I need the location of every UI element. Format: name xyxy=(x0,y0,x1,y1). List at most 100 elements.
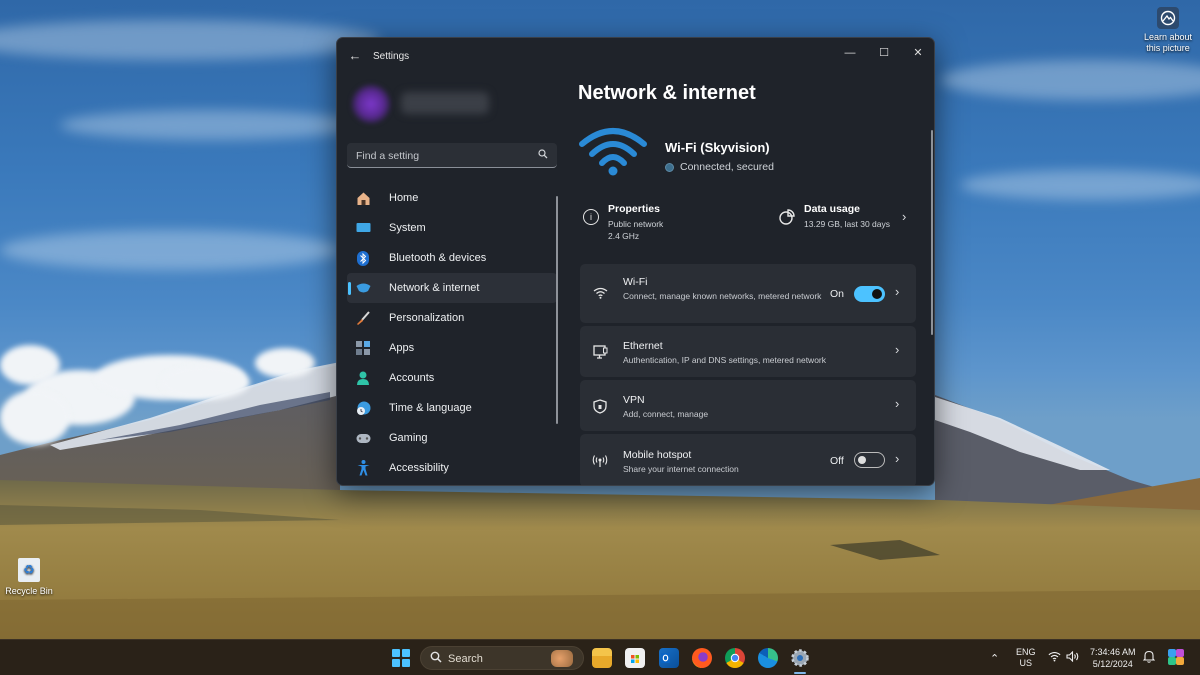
recycle-bin-label: Recycle Bin xyxy=(5,586,53,596)
sidebar-item-network[interactable]: Network & internet xyxy=(347,273,557,303)
back-arrow-icon[interactable]: ← xyxy=(347,48,363,64)
sidebar-scrollbar[interactable] xyxy=(556,196,558,424)
recycle-bin-icon: ♻ xyxy=(18,558,40,582)
recycle-bin-icon-button[interactable]: ♻ Recycle Bin xyxy=(2,558,56,596)
sidebar-item-label: Bluetooth & devices xyxy=(389,252,487,264)
ethernet-card[interactable]: Ethernet Authentication, IP and DNS sett… xyxy=(580,326,916,377)
properties-title: Properties xyxy=(608,203,660,215)
clock-date: 5/12/2024 xyxy=(1092,659,1133,669)
sidebar-item-accessibility[interactable]: Accessibility xyxy=(347,453,557,483)
search-highlight-image xyxy=(551,650,573,667)
sidebar-item-label: Home xyxy=(389,192,419,204)
settings-app-icon[interactable] xyxy=(790,648,810,674)
sidebar-item-label: System xyxy=(389,222,426,234)
find-setting-input[interactable]: Find a setting xyxy=(347,143,557,168)
ethernet-icon xyxy=(592,344,608,360)
vpn-card[interactable]: VPN Add, connect, manage › xyxy=(580,380,916,431)
edge-icon[interactable] xyxy=(758,648,778,668)
chrome-icon[interactable] xyxy=(725,648,745,668)
connection-status: Connected, secured xyxy=(665,161,774,173)
learn-about-picture-button[interactable]: Learn about this picture xyxy=(1140,7,1196,54)
minimize-button[interactable]: — xyxy=(833,42,867,64)
maximize-button[interactable]: ☐ xyxy=(867,42,901,64)
sidebar-nav: Home System Bluetooth & devices Network … xyxy=(347,183,557,483)
globe-status-icon xyxy=(665,162,674,172)
card-subtitle: Share your internet connection xyxy=(623,464,739,474)
start-button[interactable] xyxy=(392,649,410,667)
sidebar-item-bluetooth[interactable]: Bluetooth & devices xyxy=(347,243,557,273)
firefox-icon[interactable] xyxy=(692,648,712,668)
wifi-toggle[interactable] xyxy=(854,286,885,302)
copilot-icon[interactable] xyxy=(1166,647,1186,669)
sidebar-item-time-language[interactable]: Time & language xyxy=(347,393,557,423)
hotspot-icon xyxy=(592,453,608,469)
chevron-right-icon: › xyxy=(895,451,900,466)
window-title: Settings xyxy=(373,51,410,62)
home-icon xyxy=(355,190,371,206)
card-subtitle: Connect, manage known networks, metered … xyxy=(623,291,822,301)
file-explorer-icon[interactable] xyxy=(592,648,612,668)
hotspot-toggle[interactable] xyxy=(854,452,885,468)
sidebar-item-label: Accounts xyxy=(389,372,435,384)
wifi-card[interactable]: Wi-Fi Connect, manage known networks, me… xyxy=(580,264,916,323)
data-usage-link[interactable]: Data usage 13.29 GB, last 30 days xyxy=(779,203,890,230)
properties-link[interactable]: i Properties Public network 2.4 GHz xyxy=(583,203,663,242)
notification-bell-icon[interactable] xyxy=(1142,650,1156,665)
volume-icon[interactable] xyxy=(1066,650,1080,664)
sidebar-item-label: Network & internet xyxy=(389,282,480,294)
sidebar-item-label: Apps xyxy=(389,342,415,354)
properties-network-type: Public network xyxy=(608,219,664,229)
title-bar[interactable]: ← Settings — ☐ ✕ xyxy=(337,38,934,74)
sidebar-item-personalization[interactable]: Personalization xyxy=(347,303,557,333)
network-icon xyxy=(355,280,371,296)
outlook-icon[interactable] xyxy=(659,648,679,668)
connected-network-name: Wi-Fi (Skyvision) xyxy=(665,140,770,155)
data-usage-detail: 13.29 GB, last 30 days xyxy=(804,219,890,229)
hotspot-state-label: Off xyxy=(830,455,844,467)
language-indicator[interactable]: ENG US xyxy=(1016,647,1036,669)
card-title: Ethernet xyxy=(623,340,663,352)
clock[interactable]: 7:34:46 AM 5/12/2024 xyxy=(1090,646,1136,670)
sidebar-item-label: Time & language xyxy=(389,402,472,414)
accessibility-icon xyxy=(355,460,371,476)
card-title: Mobile hotspot xyxy=(623,449,692,461)
system-icon xyxy=(355,220,371,236)
accounts-icon xyxy=(355,370,371,386)
network-tray-icon[interactable] xyxy=(1048,651,1061,664)
camera-lens-icon xyxy=(1157,7,1179,29)
user-profile[interactable] xyxy=(347,82,492,126)
mobile-hotspot-card[interactable]: Mobile hotspot Share your internet conne… xyxy=(580,434,916,485)
taskbar-search[interactable]: Search xyxy=(420,646,584,670)
profile-name-blurred xyxy=(401,92,489,114)
sidebar-item-accounts[interactable]: Accounts xyxy=(347,363,557,393)
card-title: VPN xyxy=(623,394,645,406)
active-indicator xyxy=(348,282,351,295)
sidebar-item-label: Accessibility xyxy=(389,462,449,474)
properties-band: 2.4 GHz xyxy=(608,231,640,241)
card-subtitle: Authentication, IP and DNS settings, met… xyxy=(623,355,827,365)
sidebar-item-label: Personalization xyxy=(389,312,465,324)
settings-window: ← Settings — ☐ ✕ Find a setting Home Sys… xyxy=(336,37,935,486)
keyboard-layout: US xyxy=(1019,658,1033,668)
sidebar-item-gaming[interactable]: Gaming xyxy=(347,423,557,453)
data-usage-chevron-icon[interactable]: › xyxy=(902,209,906,224)
taskbar: Search ⌃ ENG US 7:34:46 AM 5/12/2024 xyxy=(0,639,1200,675)
card-title: Wi-Fi xyxy=(623,276,648,288)
card-subtitle: Add, connect, manage xyxy=(623,409,709,419)
data-usage-title: Data usage xyxy=(804,203,861,215)
language-code: ENG xyxy=(1016,647,1036,657)
learn-about-picture-label: Learn about this picture xyxy=(1143,32,1193,53)
microsoft-store-icon[interactable] xyxy=(625,648,645,668)
pie-chart-icon xyxy=(779,209,795,230)
page-title: Network & internet xyxy=(578,82,756,104)
sidebar-item-home[interactable]: Home xyxy=(347,183,557,213)
show-hidden-icons-chevron-icon[interactable]: ⌃ xyxy=(990,652,999,665)
apps-icon xyxy=(355,340,371,356)
sidebar-item-system[interactable]: System xyxy=(347,213,557,243)
shield-icon xyxy=(592,398,608,414)
close-button[interactable]: ✕ xyxy=(901,42,934,64)
content-scrollbar[interactable] xyxy=(931,130,933,335)
chevron-right-icon: › xyxy=(895,396,900,411)
sidebar-item-apps[interactable]: Apps xyxy=(347,333,557,363)
clock-time: 7:34:46 AM xyxy=(1090,647,1136,657)
